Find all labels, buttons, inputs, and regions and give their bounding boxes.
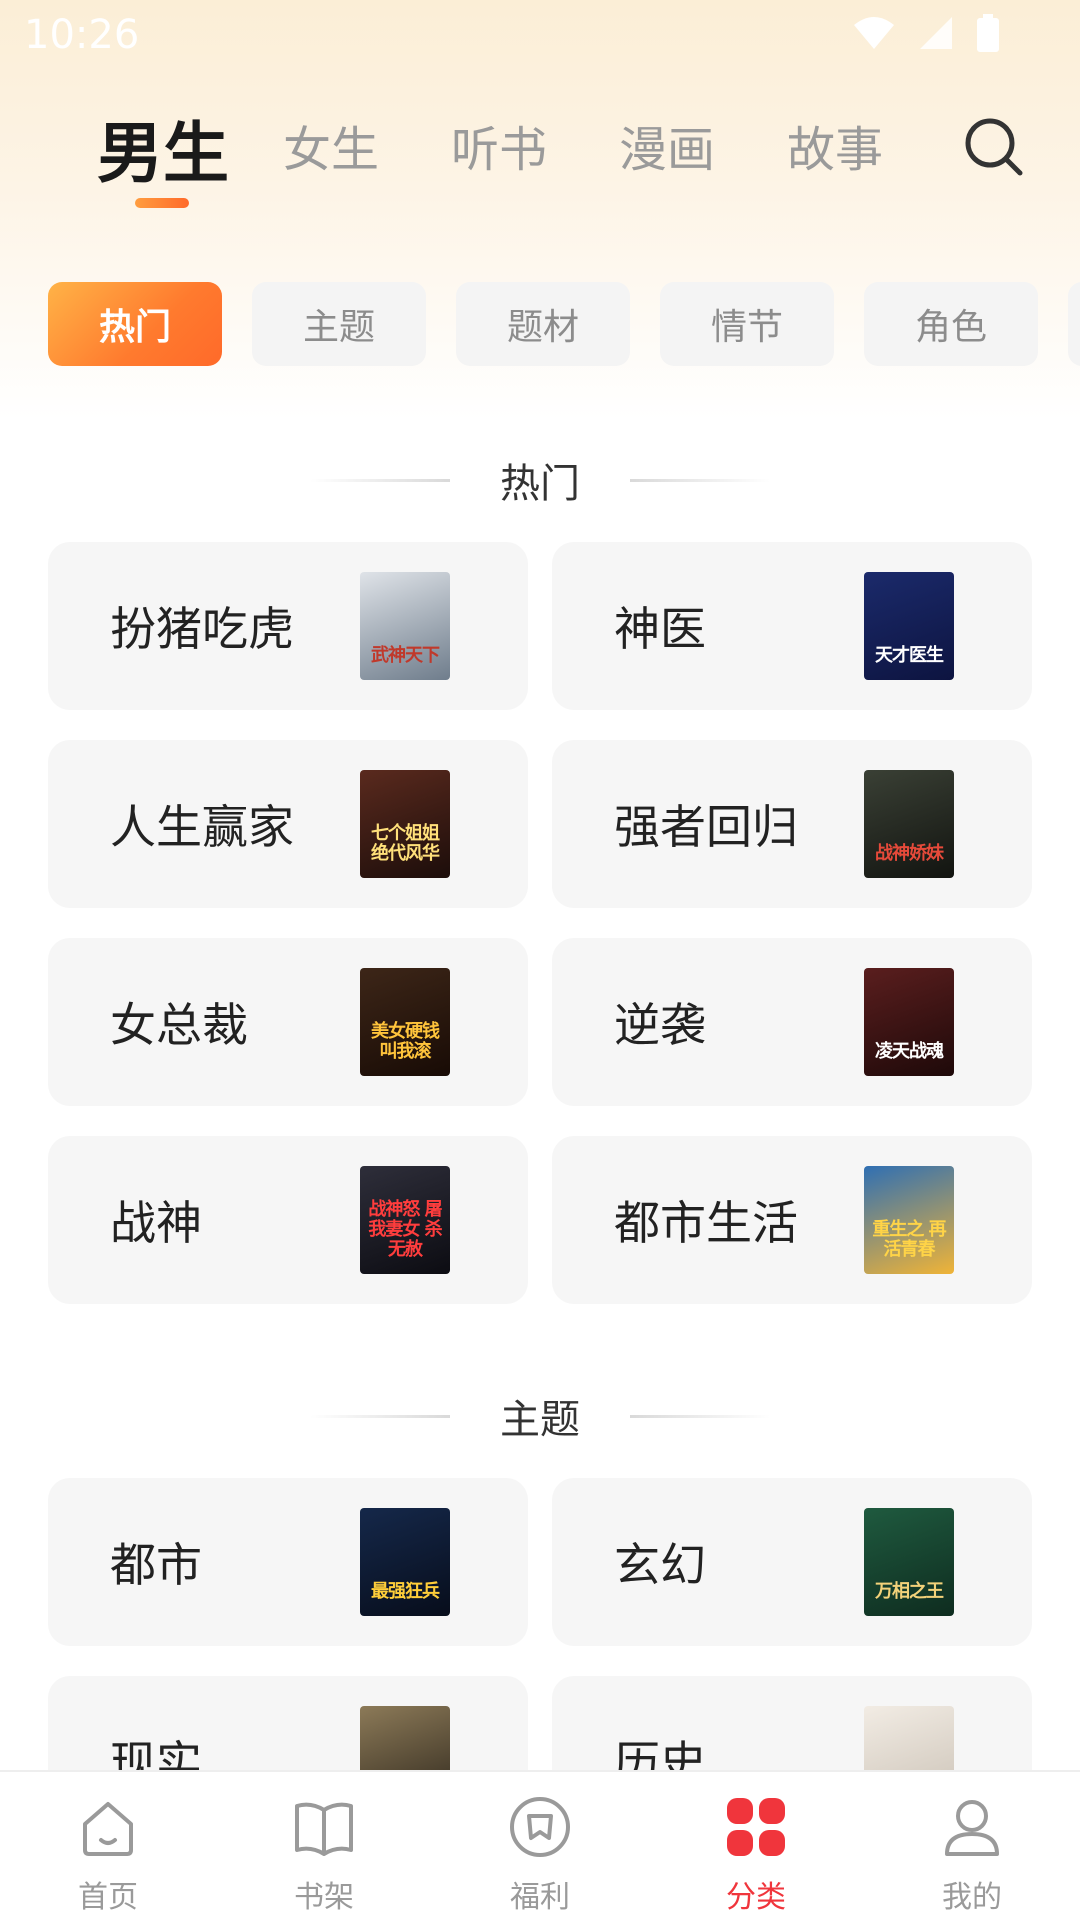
chip-theme[interactable]: 主题: [252, 282, 426, 366]
top-tabs: 男生 女生 听书 漫画 故事: [0, 100, 1080, 220]
profile-icon: [945, 1800, 999, 1856]
book-cover: 七个姐姐 绝代风华: [360, 770, 450, 878]
nav-home[interactable]: 首页: [0, 1772, 216, 1920]
bottom-nav: 首页 书架 福利 分类 我的: [0, 1770, 1080, 1920]
filter-chips: 热门 主题 题材 情节 角色: [0, 282, 1080, 366]
wifi-icon: [854, 17, 894, 49]
category-card[interactable]: 现实 年少有为: [48, 1676, 528, 1770]
home-icon: [83, 1802, 133, 1856]
section-header-theme: 主题: [0, 1386, 1080, 1446]
book-cover-title: 最强狂兵: [371, 1581, 440, 1602]
status-icons: [852, 14, 1000, 52]
category-card[interactable]: 玄幻万相之王: [552, 1478, 1032, 1646]
book-cover-title: 万相之王: [875, 1581, 944, 1602]
nav-category[interactable]: 分类: [648, 1772, 864, 1920]
category-card[interactable]: 都市最强狂兵: [48, 1478, 528, 1646]
divider: [310, 478, 450, 482]
section-title: 主题: [500, 1397, 580, 1443]
category-label: 扮猪吃虎: [110, 602, 294, 656]
category-card[interactable]: 女总裁 美女硬钱 叫我滚: [48, 938, 528, 1106]
active-tab-indicator: [135, 198, 189, 208]
category-label: 逆袭: [614, 998, 706, 1052]
category-label: 女总裁: [110, 998, 248, 1052]
divider: [630, 1414, 770, 1418]
category-label: 都市: [110, 1538, 202, 1592]
category-card[interactable]: 战神 战神怒 屠我妻女 杀无赦: [48, 1136, 528, 1304]
book-cover-title: 重生之 再活青春: [872, 1219, 946, 1260]
tab-male[interactable]: 男生: [97, 100, 229, 196]
book-cover-title: 武神天下: [371, 645, 440, 666]
category-label: 人生赢家: [110, 800, 294, 854]
category-card[interactable]: 强者回归战神娇妹: [552, 740, 1032, 908]
book-cover: 天才医生: [864, 572, 954, 680]
book-cover-title: 七个姐姐 绝代风华: [371, 823, 440, 864]
search-button[interactable]: [962, 115, 1026, 179]
category-label: 现实: [110, 1736, 202, 1770]
book-cover-title: 天才医生: [875, 645, 944, 666]
chip-genre[interactable]: 题材: [456, 282, 630, 366]
nav-label: 书架: [294, 1880, 354, 1915]
nav-label: 福利: [510, 1880, 570, 1915]
tab-female[interactable]: 女生: [283, 110, 379, 180]
section-header-hot: 热门: [0, 450, 1080, 510]
book-cover: 美女硬钱 叫我滚: [360, 968, 450, 1076]
book-cover: 武神天下: [360, 572, 450, 680]
category-card[interactable]: 人生赢家 七个姐姐 绝代风华: [48, 740, 528, 908]
chip-more[interactable]: [1068, 282, 1080, 366]
book-icon: [295, 1802, 353, 1856]
nav-profile[interactable]: 我的: [864, 1772, 1080, 1920]
category-label: 玄幻: [614, 1538, 706, 1592]
category-icon: [727, 1798, 785, 1856]
section-title: 热门: [500, 461, 580, 507]
book-cover: 军执天下: [864, 1706, 954, 1770]
category-card[interactable]: 逆袭凌天战魂: [552, 938, 1032, 1106]
signal-icon: [920, 17, 952, 49]
book-cover: 战神娇妹: [864, 770, 954, 878]
divider: [630, 478, 770, 482]
book-cover: 重生之 再活青春: [864, 1166, 954, 1274]
chip-plot[interactable]: 情节: [660, 282, 834, 366]
category-card[interactable]: 神医天才医生: [552, 542, 1032, 710]
chip-hot[interactable]: 热门: [48, 282, 222, 366]
chip-role[interactable]: 角色: [864, 282, 1038, 366]
nav-label: 我的: [942, 1880, 1002, 1915]
tab-comic[interactable]: 漫画: [619, 110, 715, 180]
book-cover-title: 战神娇妹: [875, 843, 944, 864]
book-cover-title: 凌天战魂: [875, 1041, 944, 1062]
battery-icon: [977, 14, 999, 52]
nav-bookshelf[interactable]: 书架: [216, 1772, 432, 1920]
category-label: 强者回归: [614, 800, 798, 854]
tab-story[interactable]: 故事: [787, 110, 883, 180]
category-card[interactable]: 历史 军执天下: [552, 1676, 1032, 1770]
nav-label: 分类: [726, 1880, 786, 1915]
nav-rewards[interactable]: 福利: [432, 1772, 648, 1920]
book-cover: 凌天战魂: [864, 968, 954, 1076]
divider: [310, 1414, 450, 1418]
category-content[interactable]: 热门 扮猪吃虎 武神天下 神医 天才医生 人生赢家 七个姐姐 绝代风华 强者回归 战神娇妹 女总…: [0, 420, 1080, 1770]
category-label: 历史: [614, 1736, 706, 1770]
book-cover: 万相之王: [864, 1508, 954, 1616]
category-label: 神医: [614, 602, 706, 656]
book-cover: 年少有为: [360, 1706, 450, 1770]
status-time: 10:26: [24, 12, 140, 58]
tab-audiobook[interactable]: 听书: [451, 110, 547, 180]
category-card[interactable]: 扮猪吃虎武神天下: [48, 542, 528, 710]
book-cover: 战神怒 屠我妻女 杀无赦: [360, 1166, 450, 1274]
category-label: 都市生活: [614, 1196, 798, 1250]
category-card[interactable]: 都市生活 重生之 再活青春: [552, 1136, 1032, 1304]
search-icon: [965, 118, 1023, 176]
status-bar: 10:26: [0, 0, 1080, 72]
book-cover-title: 美女硬钱 叫我滚: [371, 1021, 440, 1062]
category-label: 战神: [110, 1196, 202, 1250]
nav-label: 首页: [78, 1880, 138, 1915]
book-cover-title: 战神怒 屠我妻女 杀无赦: [368, 1199, 442, 1260]
gift-icon: [510, 1797, 570, 1857]
book-cover: 最强狂兵: [360, 1508, 450, 1616]
